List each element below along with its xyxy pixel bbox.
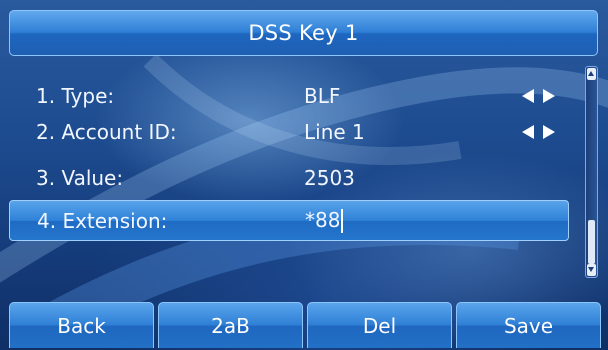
arrow-left-icon[interactable]	[522, 88, 534, 103]
scroll-down-icon[interactable]	[587, 264, 596, 276]
field-extension[interactable]: 4. Extension: *88	[9, 200, 569, 241]
text-cursor	[341, 209, 344, 234]
softkey-bar: Back 2aB Del Save	[0, 302, 608, 350]
field-extension-label: 4. Extension:	[37, 208, 168, 233]
field-type-arrows	[522, 88, 555, 103]
save-button[interactable]: Save	[456, 302, 601, 348]
arrow-right-icon[interactable]	[543, 124, 555, 139]
field-extension-value[interactable]: *88	[305, 207, 344, 234]
title-bar: DSS Key 1	[9, 10, 598, 56]
field-type-value: BLF	[304, 83, 341, 108]
field-value-label: 3. Value:	[36, 165, 124, 190]
field-account-id-arrows	[522, 124, 555, 139]
delete-button[interactable]: Del	[307, 302, 452, 348]
field-type-label: 1. Type:	[36, 83, 115, 108]
field-account-id[interactable]: 2. Account ID: Line 1	[9, 111, 569, 152]
field-account-id-label: 2. Account ID:	[36, 119, 177, 144]
input-mode-button[interactable]: 2aB	[158, 302, 303, 348]
page-title: DSS Key 1	[248, 21, 359, 45]
arrow-right-icon[interactable]	[543, 88, 555, 103]
field-value[interactable]: 3. Value: 2503	[9, 157, 569, 198]
back-button[interactable]: Back	[9, 302, 154, 348]
field-account-id-value: Line 1	[304, 119, 365, 144]
scrollbar[interactable]	[585, 66, 598, 278]
phone-screen: DSS Key 1 1. Type: BLF 2. Account ID: Li…	[0, 0, 608, 350]
scroll-up-icon[interactable]	[587, 68, 596, 80]
arrow-left-icon[interactable]	[522, 124, 534, 139]
field-type[interactable]: 1. Type: BLF	[9, 75, 569, 116]
extension-text: *88	[305, 207, 341, 232]
scroll-thumb[interactable]	[588, 220, 595, 264]
field-value-value: 2503	[304, 165, 355, 190]
